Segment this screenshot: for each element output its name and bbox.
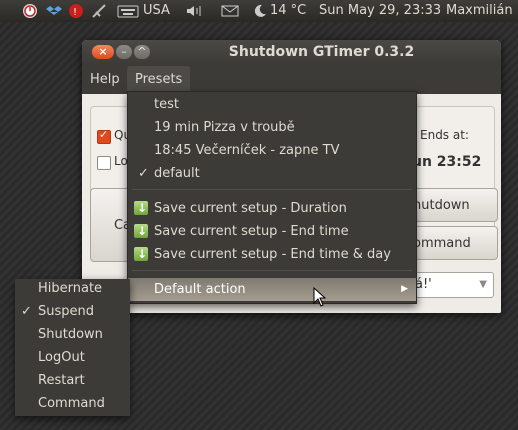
action-item-label: Command — [38, 396, 105, 411]
command-combo[interactable]: á!' ▼ — [408, 272, 494, 298]
action-item-hibernate[interactable]: Hibernate — [15, 277, 130, 300]
action-item-command[interactable]: Command — [15, 392, 130, 415]
save-item-label: Save current setup - End time & day — [154, 247, 391, 262]
action-item-label: Shutdown — [38, 327, 103, 342]
save-preset-icon — [134, 220, 148, 243]
shutdown-button-label: hutdown — [413, 197, 470, 213]
command-button-label: ommand — [413, 235, 471, 251]
window-title: Shutdown GTimer 0.3.2 — [228, 44, 415, 60]
save-end-time-day-item[interactable]: Save current setup - End time & day — [128, 243, 416, 266]
checkbox-1[interactable] — [97, 128, 111, 144]
moon-weather-icon — [253, 3, 267, 19]
svg-text:!: ! — [73, 7, 77, 18]
shutdown-timer-icon[interactable] — [22, 3, 38, 19]
network-icon[interactable] — [91, 3, 107, 19]
red-alert-icon[interactable]: ! — [68, 3, 84, 19]
save-item-label: Save current setup - End time — [154, 224, 349, 239]
action-item-logout[interactable]: LogOut — [15, 346, 130, 369]
chevron-down-icon: ▼ — [479, 279, 487, 290]
clock[interactable]: Sun May 29, 23:33 — [319, 2, 441, 20]
action-item-shutdown[interactable]: Shutdown — [15, 323, 130, 346]
preset-item-label: default — [154, 166, 200, 181]
action-item-restart[interactable]: Restart — [15, 369, 130, 392]
mail-icon[interactable] — [221, 3, 239, 19]
preset-item-label: test — [154, 97, 179, 112]
preset-item-label: 18:45 Večerníček - zapne TV — [154, 143, 340, 158]
window-titlebar[interactable]: × – ^ Shutdown GTimer 0.3.2 — [82, 40, 501, 66]
keyboard-icon — [117, 3, 139, 19]
ends-at-label: Ends at: — [420, 128, 469, 142]
preset-item-test[interactable]: test — [128, 93, 416, 116]
action-item-label: Hibernate — [38, 281, 103, 296]
action-item-label: LogOut — [38, 350, 85, 365]
default-action-label: Default action — [154, 282, 246, 297]
preset-item-vecernicek[interactable]: 18:45 Večerníček - zapne TV — [128, 139, 416, 162]
presets-menu: test 19 min Pizza v troubě 18:45 Večerní… — [127, 91, 417, 304]
check-icon: ✓ — [21, 304, 32, 319]
save-preset-icon — [134, 197, 148, 220]
action-item-label: Restart — [38, 373, 85, 388]
preset-item-pizza[interactable]: 19 min Pizza v troubě — [128, 116, 416, 139]
menubar: Help Presets — [82, 66, 501, 94]
menu-help[interactable]: Help — [82, 66, 128, 94]
temperature-indicator[interactable]: 14 °C — [270, 2, 306, 20]
command-button[interactable]: ommand — [408, 226, 498, 260]
save-preset-icon — [134, 243, 148, 266]
menu-separator — [132, 189, 412, 190]
preset-item-label: 19 min Pizza v troubě — [154, 120, 295, 135]
checkbox-2[interactable] — [97, 156, 111, 170]
preset-item-default[interactable]: ✓ default — [128, 162, 416, 185]
command-combo-value: á!' — [415, 277, 432, 292]
volume-icon[interactable] — [186, 3, 204, 19]
top-panel: ! USA 14 °C Sun May 29, 23:33 Maxmilián — [0, 0, 518, 22]
check-icon: ✓ — [138, 166, 149, 181]
checkbox-2-label: Lo — [114, 154, 128, 168]
dropbox-icon[interactable] — [46, 3, 62, 19]
menu-separator — [132, 270, 412, 271]
save-duration-item[interactable]: Save current setup - Duration — [128, 197, 416, 220]
save-end-time-item[interactable]: Save current setup - End time — [128, 220, 416, 243]
default-action-item[interactable]: Default action ▶ — [128, 278, 416, 301]
mouse-pointer-icon — [313, 287, 327, 307]
action-item-label: Suspend — [38, 304, 95, 319]
keyboard-layout-indicator[interactable]: USA — [143, 2, 170, 20]
ends-at-value: un 23:52 — [412, 154, 482, 170]
submenu-arrow-icon: ▶ — [401, 284, 408, 294]
save-item-label: Save current setup - Duration — [154, 201, 347, 216]
menu-presets[interactable]: Presets — [127, 66, 191, 94]
default-action-submenu: Hibernate ✓ Suspend Shutdown LogOut Resta… — [15, 279, 130, 416]
shutdown-button[interactable]: hutdown — [408, 188, 498, 222]
action-item-suspend[interactable]: ✓ Suspend — [15, 300, 130, 323]
user-menu[interactable]: Maxmilián — [446, 2, 513, 20]
